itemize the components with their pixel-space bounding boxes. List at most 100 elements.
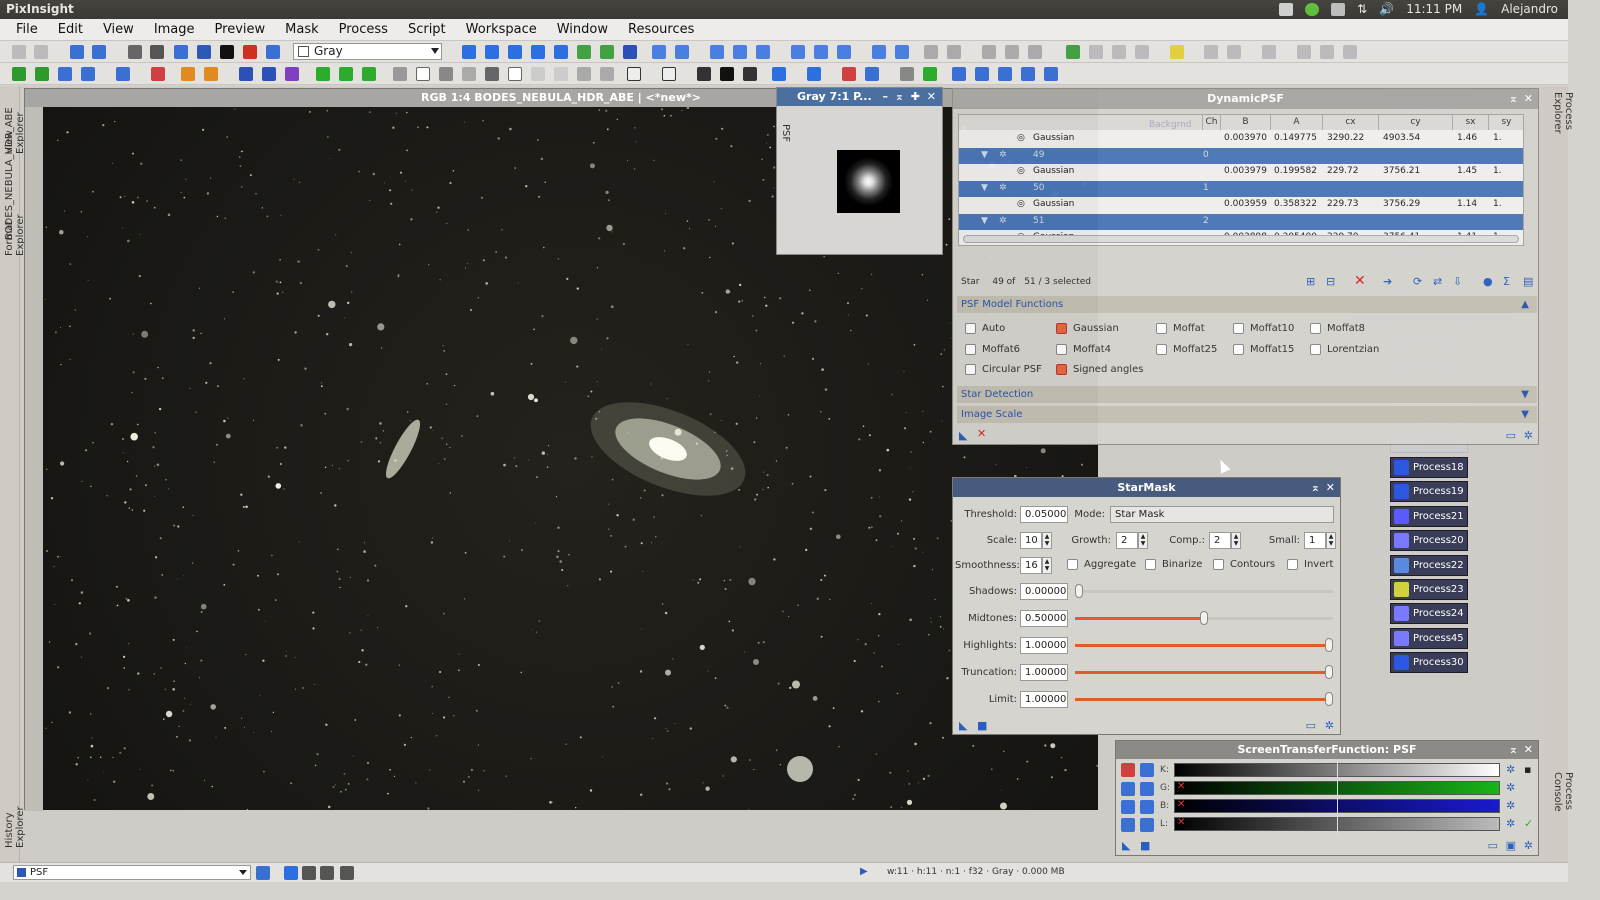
star-row[interactable]: ▼ ✲ 50 1 [959,180,1523,197]
view-c-icon[interactable] [837,45,851,59]
stf-l-bar[interactable]: ✕ [1174,815,1500,835]
download-icon[interactable]: ⇩ [1453,275,1462,288]
growth-stepper[interactable]: ▲ ▼ [1138,532,1148,549]
copy-icon[interactable] [174,45,188,59]
process-t-icon[interactable] [508,67,522,81]
redo-icon[interactable] [34,45,48,59]
comp-field[interactable]: 2 [1209,532,1231,549]
zoom-b-icon[interactable] [733,45,747,59]
track-view-icon[interactable]: ▪ [1524,763,1531,776]
menu-edit[interactable]: Edit [48,22,93,37]
small-stepper[interactable]: ▲ ▼ [1326,532,1336,549]
new-instance-icon[interactable]: ◣ [959,429,967,442]
process-j-icon[interactable] [262,67,276,81]
truncation-field[interactable]: 1.00000 [1020,664,1068,681]
midtones-field[interactable]: 0.50000 [1020,610,1068,627]
zoom-a-icon[interactable] [710,45,724,59]
menu-process[interactable]: Process [329,22,398,37]
shade-icon[interactable]: ⌅ [1311,478,1320,497]
scale-stepper[interactable]: ▲ ▼ [1042,532,1052,549]
smoothness-field[interactable]: 16 [1020,557,1042,574]
pan-icon[interactable] [462,45,476,59]
process-v-icon[interactable] [554,67,568,81]
histogram-icon[interactable] [623,45,637,59]
threshold-field[interactable]: 0.05000 [1020,506,1068,523]
panel-d-icon[interactable] [1297,45,1311,59]
star-row[interactable]: ▼ ✲ 49 0 [959,147,1523,164]
reset-b-icon[interactable]: ✲ [1506,799,1515,812]
display-rgb-icon[interactable] [284,866,298,880]
stf-g-bar[interactable]: ✕ [1174,779,1500,799]
reset-g-icon[interactable]: ✲ [1506,781,1515,794]
new-instance-icon[interactable]: ◣ [1122,839,1130,852]
col-b[interactable]: B [1221,115,1271,130]
zoom-fit-icon[interactable] [508,45,522,59]
fit-icon[interactable] [485,45,499,59]
panel-c-icon[interactable] [1262,45,1276,59]
psf-model-moffat10-checkbox[interactable]: Moffat10 [1233,323,1294,335]
col-a[interactable]: A [1271,115,1323,130]
truncation-slider-knob[interactable] [1325,665,1333,679]
zoom-out-icon[interactable] [675,45,689,59]
shield-icon[interactable] [1305,2,1320,16]
window-c-icon[interactable] [1028,45,1042,59]
rgb-link-icon[interactable] [1121,763,1135,777]
view-d-icon[interactable] [872,45,886,59]
arrow-right-icon[interactable]: ➔ [1383,275,1392,288]
flip-a-icon[interactable] [975,67,989,81]
doc-a-icon[interactable] [1089,45,1103,59]
volume-icon[interactable]: 🔊 [1379,2,1394,16]
expand-section-icon[interactable]: ▼ [1521,406,1529,423]
user-name[interactable]: Alejandro [1501,2,1558,16]
smoothness-stepper[interactable]: ▲ ▼ [1042,557,1052,574]
highlights-slider-knob[interactable] [1325,638,1333,652]
color-b-icon[interactable] [865,67,879,81]
script-icon[interactable] [1066,45,1080,59]
process-q-icon[interactable] [439,67,453,81]
section-psf-models[interactable]: PSF Model Functions ▲ [957,296,1537,313]
star-row[interactable]: ▼ ✲ 51 2 [959,213,1523,230]
limit-slider-knob[interactable] [1325,692,1333,706]
process-n-icon[interactable] [362,67,376,81]
process-icon[interactable]: Process20 [1390,530,1468,552]
apply-global-icon[interactable]: ■ [1140,839,1150,852]
mirror-icon[interactable] [1021,67,1035,81]
psf-function-row[interactable]: ◎ Gaussian 0.003970 0.149775 3290.22 4903.54 1… [959,131,1523,147]
panel-f-icon[interactable] [1343,45,1357,59]
shade-icon[interactable]: ⌅ [1509,89,1518,109]
shadows-slider[interactable] [1075,584,1333,598]
pin-icon[interactable]: ✲ [1524,429,1533,442]
mask-invert-icon[interactable] [266,45,280,59]
aggregate-checkbox[interactable]: Aggregate [1067,559,1136,571]
process-c-icon[interactable] [58,67,72,81]
section-star-detection[interactable]: Star Detection ▼ [957,386,1537,403]
process-icon[interactable]: Process23 [1390,579,1468,600]
contours-checkbox[interactable]: Contours [1213,559,1275,571]
psf-window-title[interactable]: Gray 7:1 P... – ⌅ ✚ ✕ [777,88,942,106]
clock[interactable]: 11:11 PM [1406,2,1462,16]
process-d-icon[interactable] [81,67,95,81]
new-image-icon[interactable] [70,45,84,59]
process-z-icon[interactable] [662,67,676,81]
psf-model-auto-checkbox[interactable]: Auto [965,323,1005,335]
doc-c-icon[interactable] [1135,45,1149,59]
info-icon[interactable]: ● [1483,275,1493,288]
maximize-icon[interactable]: ✚ [911,88,920,106]
display-g-icon[interactable] [320,866,334,880]
psf-model-moffat6-checkbox[interactable]: Moffat6 [965,343,1020,356]
auto-icon[interactable] [1121,800,1135,814]
process-i-icon[interactable] [239,67,253,81]
truncation-slider[interactable] [1075,665,1333,679]
close-image-icon[interactable] [128,45,142,59]
process-g-icon[interactable] [181,67,195,81]
duplicate-icon[interactable] [150,45,164,59]
process-icon[interactable]: Process45 [1390,627,1468,649]
reset-icon[interactable]: ✕ [977,427,986,440]
stf-title[interactable]: ScreenTransferFunction: PSF ⌅ ✕ [1116,741,1538,759]
new-instance-icon[interactable]: ◣ [959,719,967,732]
process-p-icon[interactable] [416,67,430,81]
invert-checkbox[interactable]: Invert [1287,559,1333,571]
network-icon[interactable]: ⇅ [1357,2,1367,16]
sync-icon[interactable]: ⇄ [1433,275,1442,288]
stf-l-midtone[interactable] [1337,815,1338,835]
